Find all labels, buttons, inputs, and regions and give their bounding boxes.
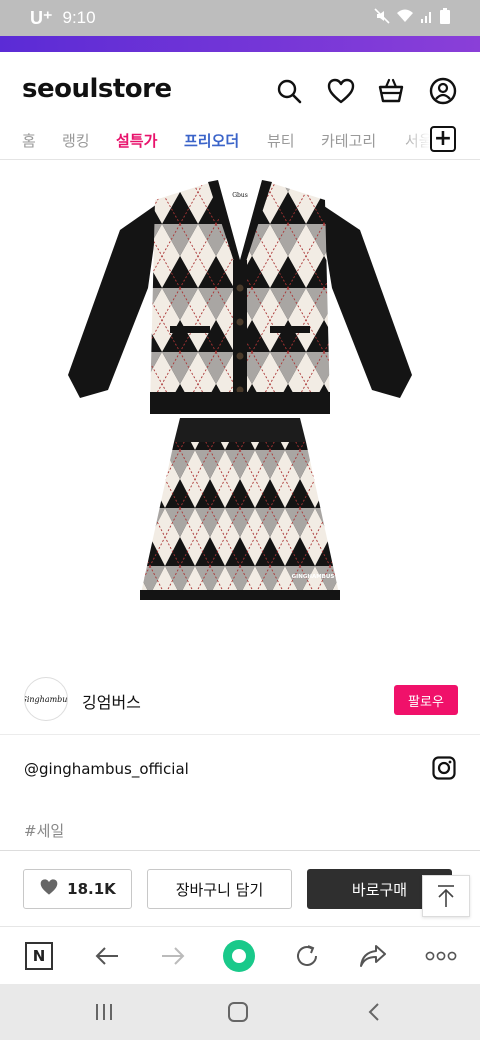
tab-beauty[interactable]: 뷰티 [267, 130, 295, 151]
nav-fade [400, 122, 430, 159]
tab-category[interactable]: 카테고리 [321, 130, 376, 151]
search-icon[interactable] [274, 76, 304, 106]
brand-name[interactable]: 깅엄버스 [82, 689, 141, 713]
purchase-action-bar: 18.1K 장바구니 담기 바로구매 [0, 850, 480, 926]
wifi-icon [396, 8, 414, 28]
brand-logo[interactable]: Ginghambus [24, 677, 68, 721]
forward-arrow-icon[interactable] [156, 939, 190, 973]
instagram-icon[interactable] [432, 756, 456, 780]
home-icon[interactable] [224, 1000, 252, 1024]
more-icon[interactable] [424, 939, 458, 973]
status-bar: U⁺ 9:10 [0, 0, 480, 36]
recents-icon[interactable] [90, 1000, 118, 1024]
heart-icon[interactable] [326, 76, 356, 106]
naver-n-icon[interactable]: N [22, 939, 56, 973]
signal-icon [420, 9, 434, 28]
green-dot-icon[interactable] [222, 939, 256, 973]
category-nav: 홈 랭킹 설특가 프리오더 뷰티 카테고리 서울 + [0, 122, 480, 160]
brand-row: Ginghambus 깅엄버스 팔로우 [0, 665, 480, 735]
product-image[interactable]: Gbus GINGHAMBUS [0, 160, 480, 660]
cart-icon[interactable] [376, 76, 406, 106]
seoulstore-logo[interactable]: seoulstore [22, 74, 172, 104]
hashtag[interactable]: #세일 [24, 820, 64, 841]
add-tab-icon[interactable]: + [430, 126, 456, 152]
mute-icon [374, 8, 390, 28]
accent-strip [0, 36, 480, 52]
tab-home[interactable]: 홈 [22, 130, 36, 151]
tab-preorder[interactable]: 프리오더 [184, 130, 239, 151]
skirt-brand-label: GINGHAMBUS [292, 574, 335, 580]
clock: 9:10 [62, 8, 96, 27]
user-icon[interactable] [428, 76, 458, 106]
like-count: 18.1K [67, 880, 116, 898]
add-to-cart-button[interactable]: 장바구니 담기 [147, 869, 292, 909]
back-arrow-icon[interactable] [90, 939, 124, 973]
battery-icon [440, 8, 450, 28]
refresh-icon[interactable] [290, 939, 324, 973]
follow-button[interactable]: 팔로우 [394, 685, 458, 715]
tab-seol-special[interactable]: 설특가 [116, 130, 157, 151]
tab-ranking[interactable]: 랭킹 [62, 130, 90, 151]
argyle-knit-cardigan-skirt-set-image: Gbus GINGHAMBUS [68, 180, 412, 600]
instagram-handle[interactable]: @ginghambus_official [24, 760, 189, 778]
instagram-row: @ginghambus_official [0, 736, 480, 802]
browser-toolbar: N [0, 926, 480, 984]
share-icon[interactable] [356, 939, 390, 973]
like-button[interactable]: 18.1K [23, 869, 132, 909]
cardigan-brand-tag: Gbus [232, 192, 248, 199]
heart-filled-icon [39, 878, 59, 900]
carrier-label: U⁺ [30, 7, 53, 28]
app-header: seoulstore [0, 52, 480, 132]
scroll-top-icon[interactable] [422, 875, 470, 917]
system-navigation-bar [0, 984, 480, 1040]
back-icon[interactable] [360, 1000, 388, 1024]
